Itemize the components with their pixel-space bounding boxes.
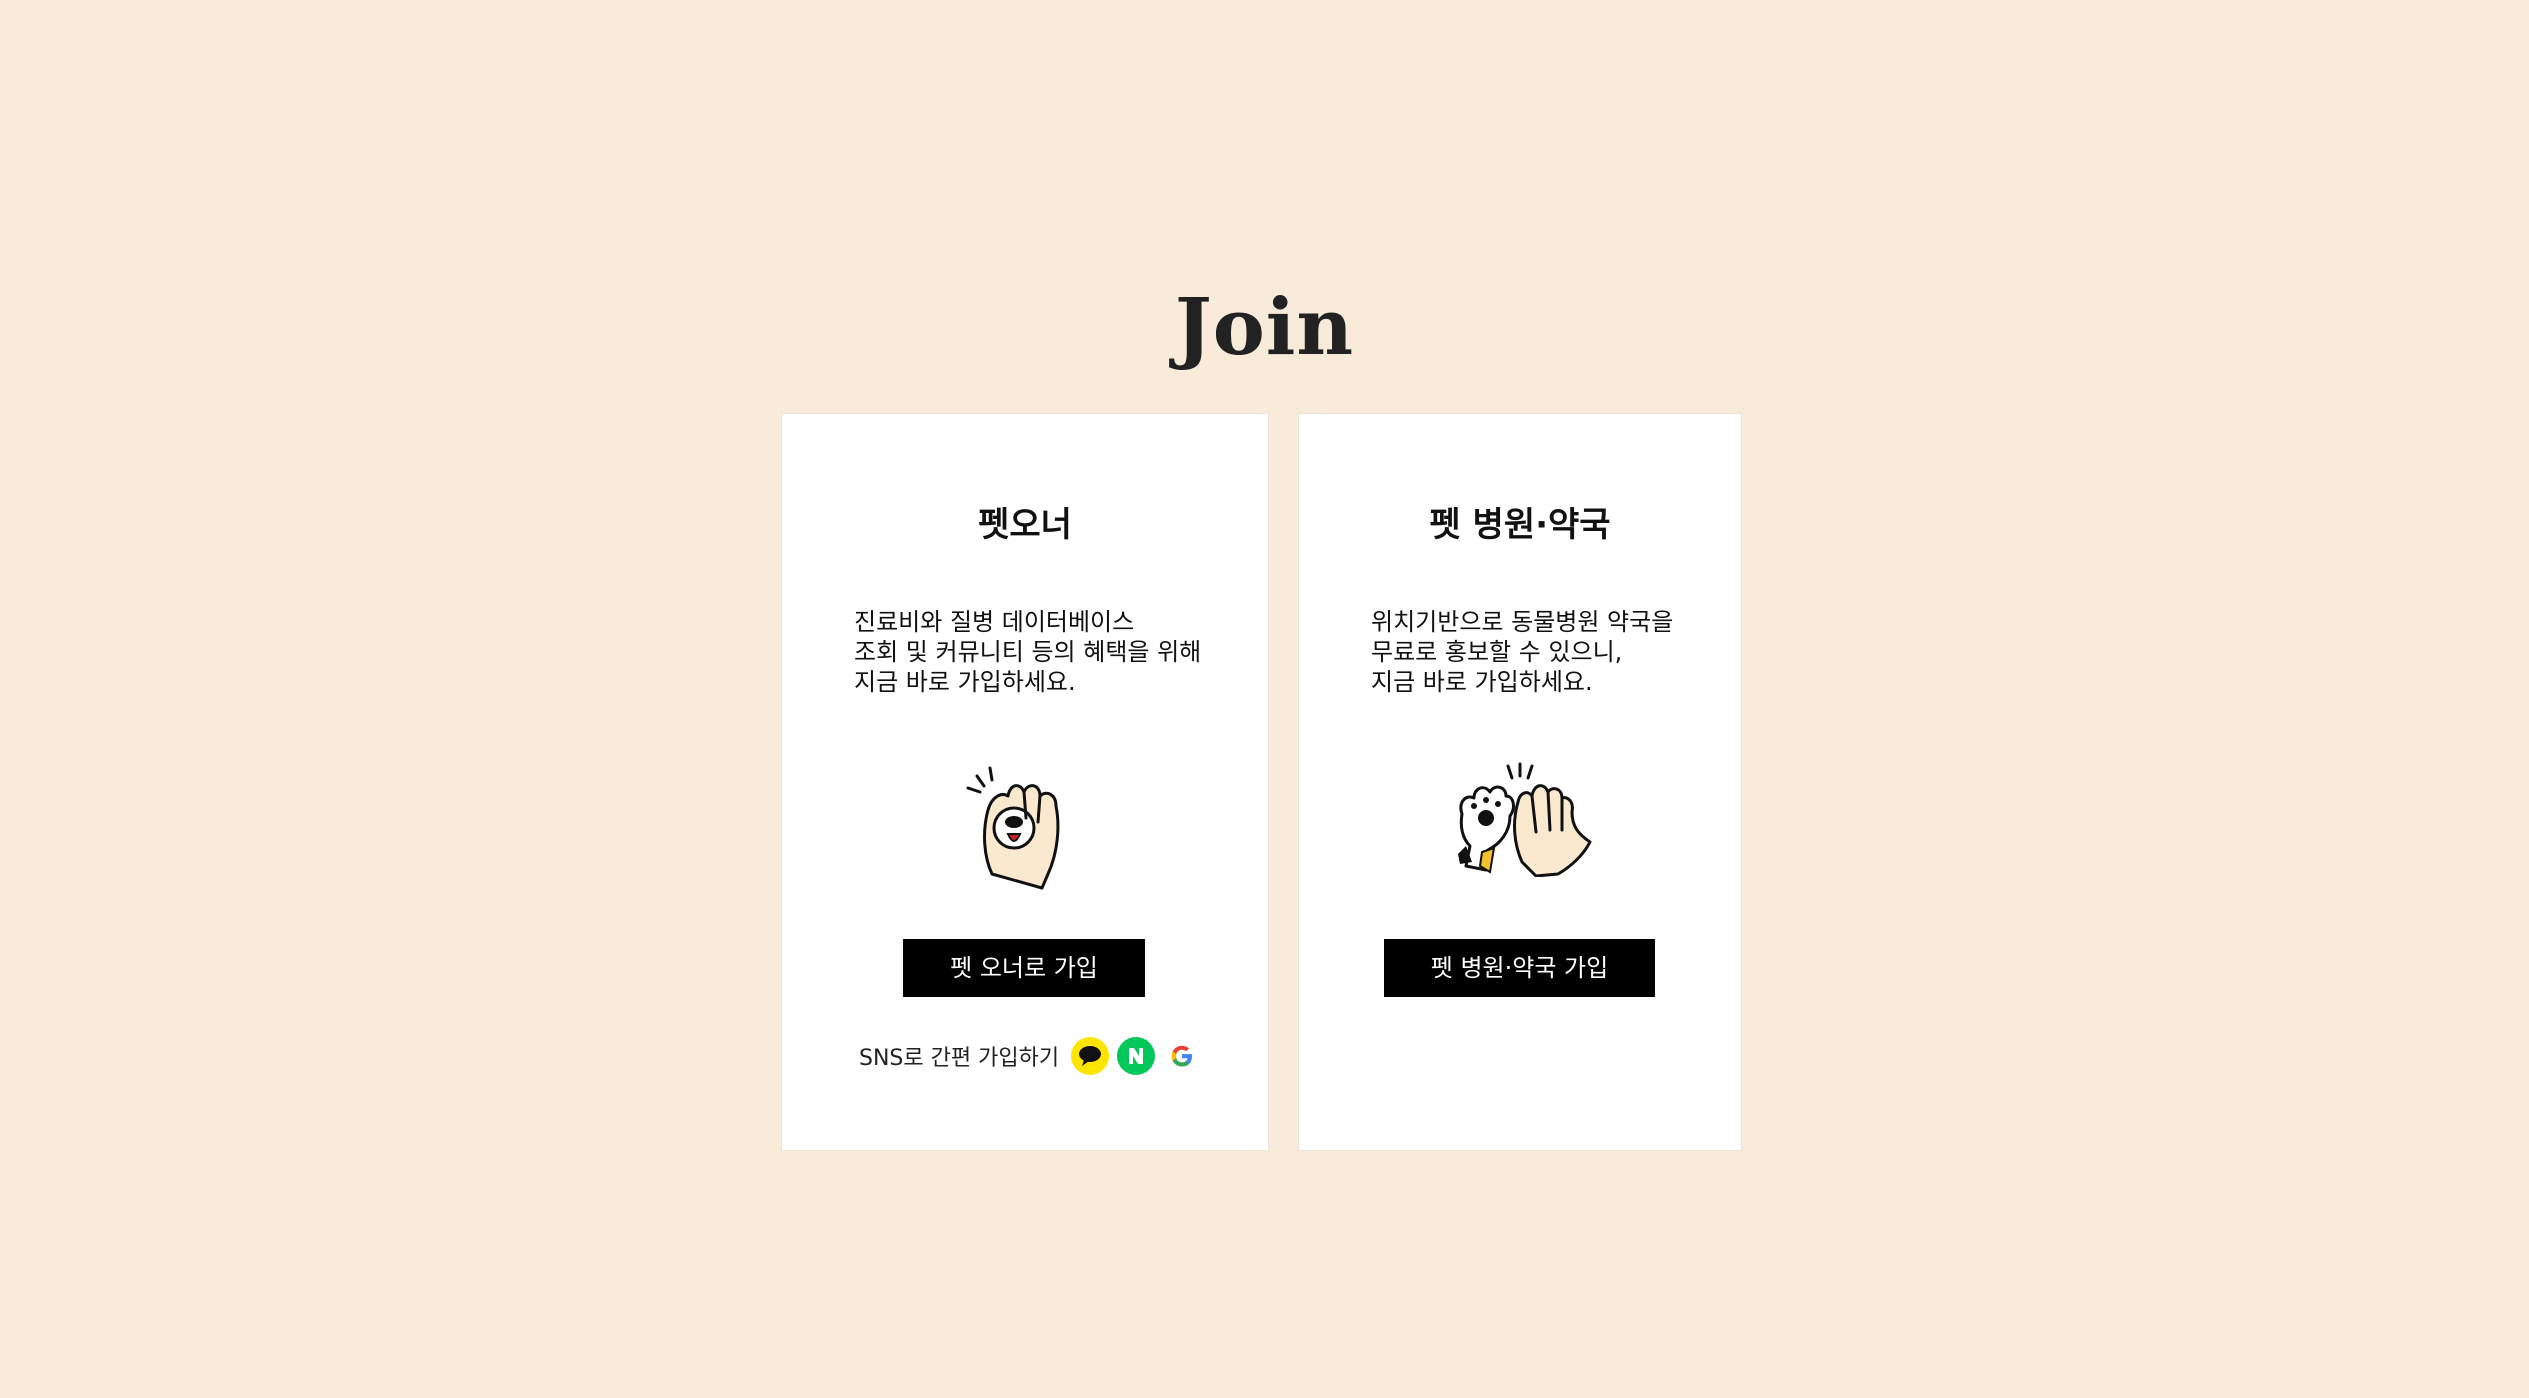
pet-hospital-description-line: 무료로 홍보할 수 있으니,: [1371, 638, 1623, 666]
google-icon[interactable]: [1163, 1037, 1201, 1075]
naver-icon[interactable]: [1117, 1037, 1156, 1075]
pet-owner-description-line: 진료비와 질병 데이터베이스: [854, 608, 1135, 636]
pet-hospital-description: 위치기반으로 동물병원 약국을 무료로 홍보할 수 있으니, 지금 바로 가입하…: [1371, 607, 1673, 697]
paw-handshake-icon: [962, 762, 1087, 892]
pet-hospital-title: 펫 병원·약국: [1429, 505, 1611, 545]
high-five-icon: [1452, 762, 1594, 878]
join-as-pet-hospital-button[interactable]: 펫 병원·약국 가입: [1384, 939, 1655, 997]
pet-owner-title: 펫오너: [978, 505, 1072, 545]
join-as-pet-owner-button[interactable]: 펫 오너로 가입: [903, 939, 1145, 997]
kakao-icon[interactable]: [1071, 1037, 1110, 1075]
pet-owner-card: 펫오너 진료비와 질병 데이터베이스 조회 및 커뮤니티 등의 혜택을 위해 지…: [781, 413, 1269, 1151]
pet-owner-description-line: 조회 및 커뮤니티 등의 혜택을 위해: [854, 638, 1202, 666]
pet-hospital-card: 펫 병원·약국 위치기반으로 동물병원 약국을 무료로 홍보할 수 있으니, 지…: [1298, 413, 1742, 1151]
sns-join-row: SNS로 간편 가입하기: [859, 1034, 1209, 1078]
pet-hospital-description-line: 위치기반으로 동물병원 약국을: [1371, 608, 1674, 636]
page-title: Join: [1174, 282, 1355, 373]
pet-hospital-description-line: 지금 바로 가입하세요.: [1371, 668, 1593, 696]
pet-owner-description-line: 지금 바로 가입하세요.: [854, 668, 1076, 696]
sns-join-label: SNS로 간편 가입하기: [859, 1046, 1060, 1071]
pet-owner-description: 진료비와 질병 데이터베이스 조회 및 커뮤니티 등의 혜택을 위해 지금 바로…: [854, 607, 1201, 697]
